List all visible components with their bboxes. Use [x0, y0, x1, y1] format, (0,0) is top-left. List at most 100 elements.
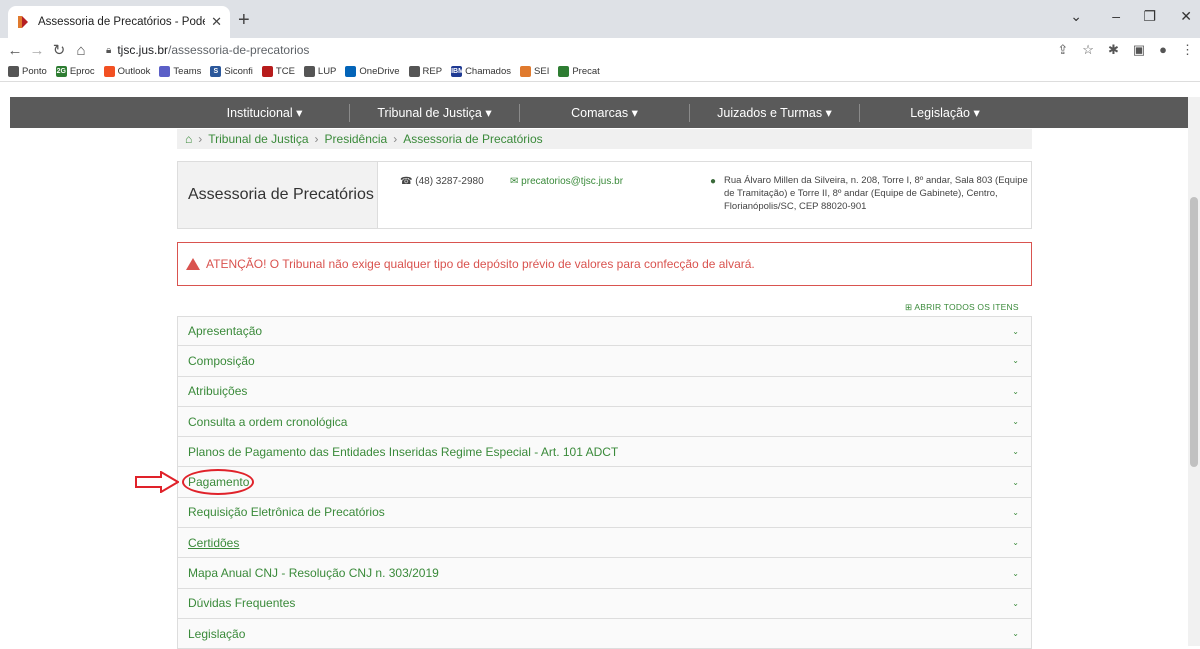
- browser-tab[interactable]: Assessoria de Precatórios - Pode ✕: [8, 6, 230, 38]
- nav-item-0[interactable]: Institucional ▾: [180, 103, 350, 122]
- bookmark-rep[interactable]: REP: [408, 66, 442, 77]
- breadcrumb: ⌂ › Tribunal de Justiça › Presidência › …: [177, 129, 1032, 149]
- chevron-down-icon: ⌄: [1012, 326, 1019, 336]
- scrollbar-thumb[interactable]: [1190, 197, 1198, 467]
- close-tab-icon[interactable]: ✕: [211, 14, 222, 30]
- accordion-item[interactable]: Requisição Eletrônica de Precatórios ⌄: [177, 497, 1032, 529]
- bookmark-teams[interactable]: Teams: [159, 66, 201, 77]
- bookmark-icon: [261, 66, 273, 77]
- accordion-item-label: Atribuições: [188, 384, 248, 399]
- restore-button[interactable]: ❐: [1143, 8, 1156, 25]
- home-icon[interactable]: ⌂: [70, 42, 92, 59]
- accordion-item-label: Composição: [188, 353, 255, 368]
- profile-icon[interactable]: ●: [1159, 42, 1167, 58]
- breadcrumb-item-current: Assessoria de Precatórios: [403, 132, 543, 146]
- menu-icon[interactable]: ⋮: [1181, 42, 1194, 58]
- accordion-item-label: Apresentação: [188, 324, 263, 339]
- close-window-button[interactable]: ✕: [1180, 8, 1192, 25]
- bookmark-icon: [303, 66, 315, 77]
- accordion: Apresentação ⌄ Composição ⌄ Atribuições ⌄ Cons…: [177, 316, 1032, 649]
- accordion-item[interactable]: Atribuições ⌄: [177, 376, 1032, 407]
- back-icon[interactable]: ←: [4, 42, 26, 59]
- bookmark-icon: [408, 66, 420, 77]
- bookmark-lup[interactable]: LUP: [303, 66, 336, 77]
- alert-text: ATENÇÃO! O Tribunal não exige qualquer t…: [206, 257, 755, 271]
- lock-icon[interactable]: 🔒︎: [106, 45, 111, 56]
- bookmark-icon: [103, 66, 115, 77]
- chevron-down-icon: ⌄: [1012, 598, 1019, 608]
- bookmark-eproc[interactable]: 2G Eproc: [55, 66, 95, 77]
- minimize-button[interactable]: –: [1112, 8, 1120, 24]
- chevron-down-icon: ⌄: [1012, 386, 1019, 396]
- info-box: Assessoria de Precatórios ☎ (48) 3287-29…: [177, 161, 1032, 229]
- envelope-icon: ✉: [510, 176, 519, 187]
- tab-title: Assessoria de Precatórios - Pode: [38, 16, 206, 28]
- alert-box: ATENÇÃO! O Tribunal não exige qualquer t…: [177, 242, 1032, 286]
- chevron-down-icon: ⌄: [1012, 629, 1019, 639]
- chevron-down-icon: ⌄: [1012, 568, 1019, 578]
- chevron-down-icon: ⌄: [1012, 477, 1019, 487]
- open-all-button[interactable]: ⊞ ABRIR TODOS OS ITENS: [905, 302, 1019, 313]
- accordion-item[interactable]: Dúvidas Frequentes ⌄: [177, 588, 1032, 619]
- reload-icon[interactable]: ↻: [48, 41, 70, 59]
- email-link[interactable]: ✉ precatorios@tjsc.jus.br: [510, 176, 623, 187]
- accordion-item-label: Mapa Anual CNJ - Resolução CNJ n. 303/20…: [188, 566, 439, 581]
- accordion-item[interactable]: Legislação ⌄: [177, 618, 1032, 649]
- map-pin-icon: ●: [710, 176, 717, 187]
- breadcrumb-item-tribunal[interactable]: Tribunal de Justiça: [208, 132, 308, 146]
- sidepanel-icon[interactable]: ▣: [1133, 42, 1145, 58]
- bookmark-ponto[interactable]: Ponto: [8, 66, 47, 77]
- accordion-item[interactable]: Pagamento ⌄: [177, 467, 1032, 498]
- accordion-item-label: Consulta a ordem cronológica: [188, 414, 348, 429]
- bookmark-icon: [520, 66, 532, 77]
- bookmark-outlook[interactable]: Outlook: [103, 66, 150, 77]
- favicon-icon: [16, 15, 30, 29]
- share-icon[interactable]: ⇪: [1057, 42, 1068, 58]
- forward-icon[interactable]: →: [26, 42, 48, 59]
- bookmark-icon: [345, 66, 357, 77]
- bookmark-tce[interactable]: TCE: [261, 66, 295, 77]
- home-icon[interactable]: ⌂: [185, 132, 192, 146]
- bookmark-icon: IBM: [451, 66, 464, 77]
- star-icon[interactable]: ☆: [1082, 42, 1094, 58]
- accordion-item-label: Legislação: [188, 626, 246, 641]
- chevron-down-icon: ⌄: [1012, 417, 1019, 427]
- new-tab-button[interactable]: +: [238, 10, 250, 30]
- bookmark-precat[interactable]: Precat: [558, 66, 600, 77]
- highlight-circle: [182, 469, 254, 495]
- bookmark-siconfi[interactable]: S Siconfi: [210, 66, 253, 77]
- warning-icon: [186, 258, 200, 270]
- page-title: Assessoria de Precatórios: [178, 162, 378, 228]
- address-text: ● Rua Álvaro Millen da Silveira, n. 208, …: [710, 175, 1028, 212]
- tab-search-icon[interactable]: ⌄: [1070, 8, 1082, 25]
- nav-item-2[interactable]: Comarcas ▾: [520, 103, 690, 122]
- nav-item-4[interactable]: Legislação ▾: [860, 104, 1030, 122]
- accordion-item-label: Planos de Pagamento das Entidades Inseri…: [188, 444, 619, 459]
- accordion-item-label: Requisição Eletrônica de Precatórios: [188, 505, 385, 520]
- phone-contact: ☎ (48) 3287-2980: [400, 176, 484, 187]
- accordion-item[interactable]: Planos de Pagamento das Entidades Inseri…: [177, 437, 1032, 468]
- breadcrumb-item-presidencia[interactable]: Presidência: [325, 132, 388, 146]
- url-field[interactable]: tjsc.jus.br/assessoria-de-precatorios: [117, 43, 309, 57]
- accordion-item[interactable]: Mapa Anual CNJ - Resolução CNJ n. 303/20…: [177, 558, 1032, 589]
- accordion-item[interactable]: Composição ⌄: [177, 346, 1032, 377]
- extensions-icon[interactable]: ✱: [1108, 42, 1119, 58]
- tab-strip: Assessoria de Precatórios - Pode ✕ + ⌄ –…: [0, 0, 1200, 38]
- nav-item-3[interactable]: Juizados e Turmas ▾: [690, 103, 860, 122]
- bookmark-sei[interactable]: SEI: [520, 66, 549, 77]
- bookmark-chamados[interactable]: IBM Chamados: [451, 66, 511, 77]
- accordion-item[interactable]: Consulta a ordem cronológica ⌄: [177, 406, 1032, 438]
- accordion-item[interactable]: Certidões ⌄: [177, 528, 1032, 559]
- bookmark-icon: S: [210, 66, 222, 77]
- scrollbar[interactable]: [1188, 97, 1200, 646]
- site-navbar: Institucional ▾ Tribunal de Justiça ▾ Coma…: [10, 97, 1198, 128]
- nav-item-1[interactable]: Tribunal de Justiça ▾: [350, 103, 520, 122]
- phone-icon: ☎: [400, 176, 413, 187]
- bookmarks-bar: Ponto 2G Eproc Outlook Teams S Siconfi TCE LUP On…: [0, 62, 1200, 82]
- accordion-item-label: Certidões: [188, 535, 240, 550]
- chevron-down-icon: ⌄: [1012, 507, 1019, 517]
- accordion-item[interactable]: Apresentação ⌄: [177, 316, 1032, 347]
- bookmark-icon: [8, 66, 19, 77]
- bookmark-onedrive[interactable]: OneDrive: [345, 66, 400, 77]
- pointer-arrow-icon: [135, 471, 179, 493]
